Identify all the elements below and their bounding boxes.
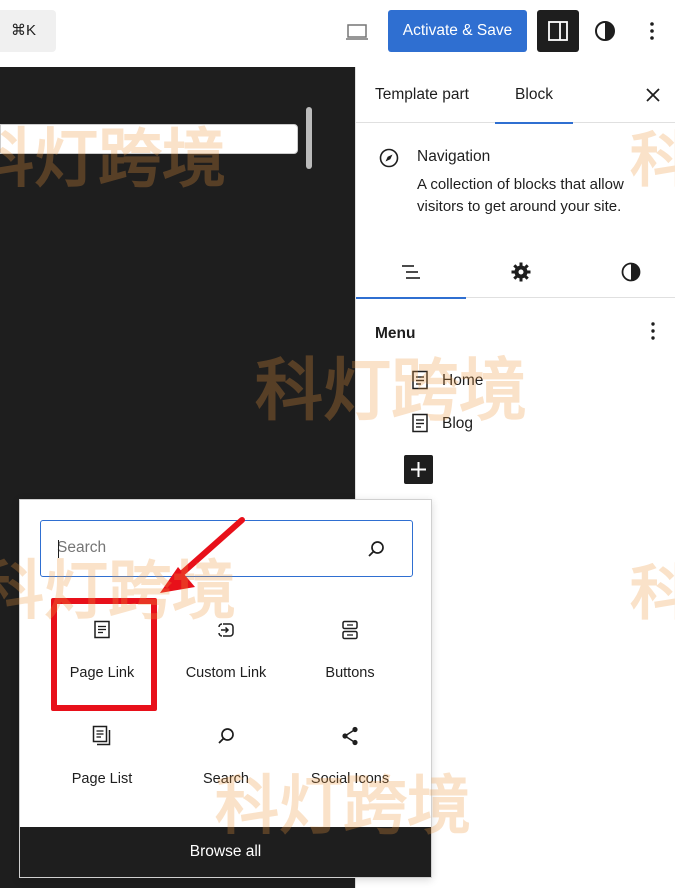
sidebar-tabs: Template part Block [356,67,675,124]
block-label: Buttons [325,665,375,681]
list-view-icon [402,265,420,279]
tab-template-part[interactable]: Template part [375,67,469,123]
half-circle-icon [621,262,641,282]
styles-button[interactable] [592,18,618,44]
block-label: Page List [71,771,133,787]
search-icon [218,728,234,744]
share-icon [342,726,358,746]
menu-options-button[interactable] [643,319,663,343]
annotation-arrow-icon [160,517,245,593]
block-description: A collection of blocks that allow visito… [417,176,624,215]
tab-block[interactable]: Block [495,67,573,124]
text-caret [58,540,59,558]
annotation-highlight-box [51,598,157,711]
sidebar-panel-icon [548,21,568,41]
block-search[interactable]: Search [164,704,288,810]
activate-save-button[interactable]: Activate & Save [388,10,527,52]
canvas-scrollbar[interactable] [306,107,312,169]
close-sidebar-button[interactable] [643,85,663,105]
device-preview-button[interactable] [343,18,371,46]
block-buttons[interactable]: Buttons [288,598,412,704]
add-menu-item-button[interactable] [404,455,433,484]
custom-link-icon [218,623,234,637]
options-menu-button[interactable] [640,18,664,44]
block-title: Navigation [417,148,491,165]
tab-styles[interactable] [576,247,675,298]
laptop-icon [346,24,368,40]
block-inspector-subtabs [356,247,675,299]
block-social-icons[interactable]: Social Icons [288,704,412,810]
menu-item-label: Home [442,372,484,389]
page-icon [412,370,428,390]
plus-icon [411,462,426,477]
block-page-list[interactable]: Page List [40,704,164,810]
block-label: Search [203,771,249,787]
tab-settings[interactable] [466,247,574,298]
menu-heading: Menu [375,325,416,342]
command-palette-button[interactable]: ⌘K [0,10,56,52]
page-icon [412,413,428,433]
page-list-icon [92,725,111,746]
vertical-ellipsis-icon [650,22,654,40]
gear-icon [511,262,531,282]
settings-panel-toggle[interactable] [537,10,579,52]
browse-all-button[interactable]: Browse all [20,827,431,877]
block-label: Custom Link [185,665,267,681]
compass-icon [378,147,400,169]
close-icon [646,88,660,102]
top-toolbar: ⌘K Activate & Save [0,0,675,67]
tab-list-view[interactable] [356,247,466,299]
menu-item-label: Blog [442,415,474,432]
block-label: Social Icons [310,771,390,787]
search-icon [365,538,387,560]
buttons-icon [342,620,358,640]
half-circle-icon [595,21,615,41]
block-card: Navigation A collection of blocks that a… [356,124,675,244]
canvas-text-block[interactable] [0,124,298,154]
vertical-ellipsis-icon [651,322,655,340]
